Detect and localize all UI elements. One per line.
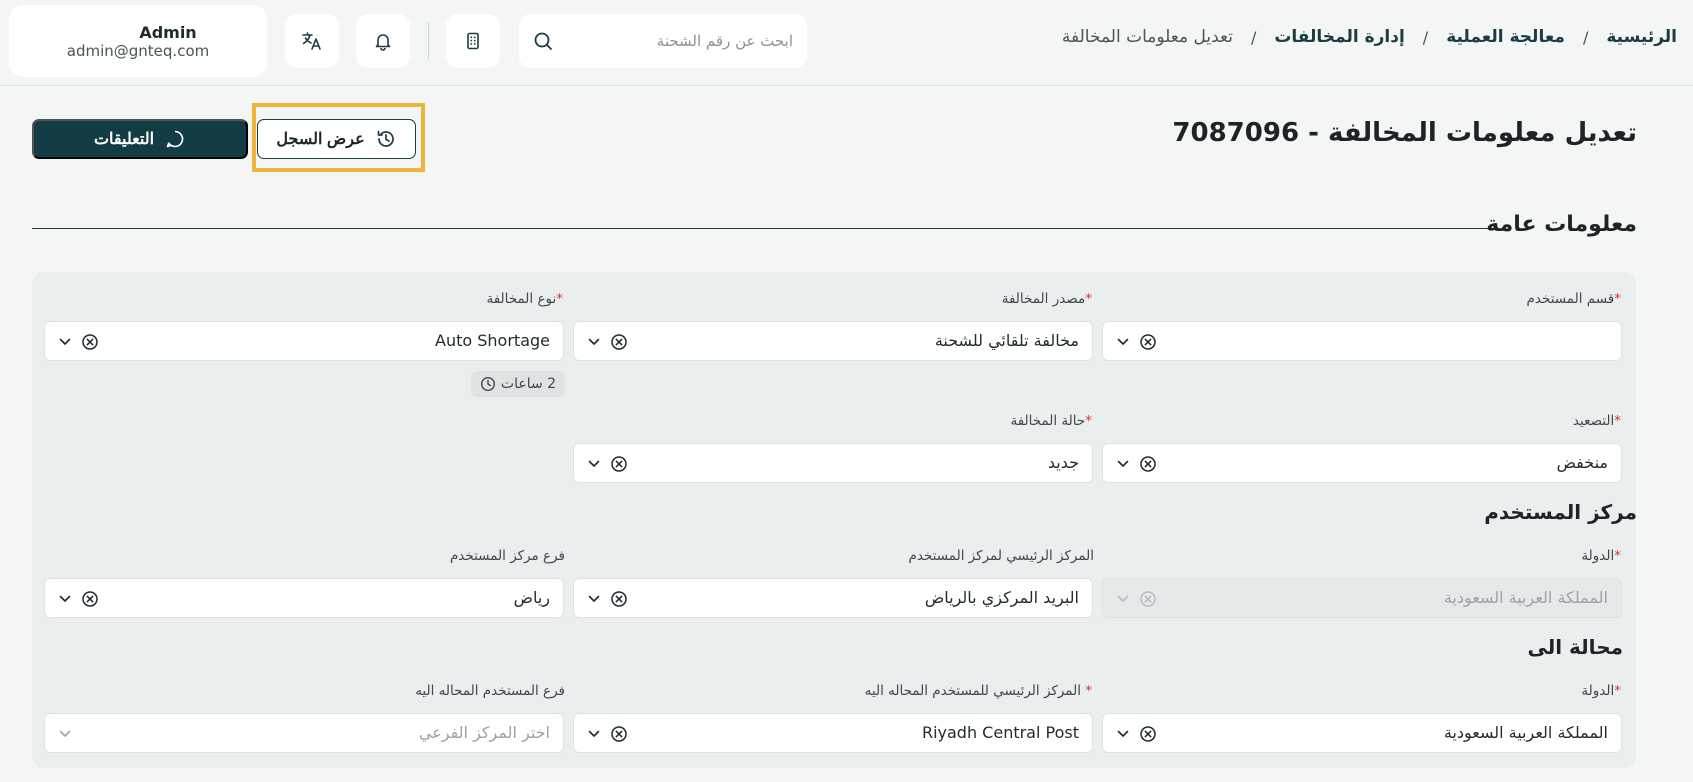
language-button[interactable] xyxy=(285,14,339,68)
referred-to-heading: محالة الى xyxy=(1527,635,1623,659)
chevron-down-icon[interactable] xyxy=(59,728,71,740)
chevron-down-icon[interactable] xyxy=(1117,336,1129,348)
referred-branch-select[interactable]: اختر المركز الفرعي xyxy=(44,713,564,753)
clear-icon[interactable] xyxy=(610,333,628,351)
history-icon xyxy=(377,130,394,147)
breadcrumb: الرئيسية / معالجة العملية / إدارة المخال… xyxy=(1062,27,1677,47)
user-main-center-select[interactable]: البريد المركزي بالرياض xyxy=(573,578,1093,618)
comment-icon xyxy=(166,130,184,148)
user-main-center-value: البريد المركزي بالرياض xyxy=(924,588,1079,607)
chevron-down-icon xyxy=(1117,595,1129,602)
clear-icon[interactable] xyxy=(610,455,628,473)
chevron-down-icon[interactable] xyxy=(588,593,600,605)
top-bar: الرئيسية / معالجة العملية / إدارة المخال… xyxy=(0,0,1693,86)
search-input[interactable]: ابحث عن رقم الشحنة xyxy=(519,14,807,68)
translate-icon xyxy=(302,32,321,50)
referred-country-select[interactable]: المملكة العربية السعودية xyxy=(1102,713,1622,753)
chevron-down-icon[interactable] xyxy=(588,728,600,740)
violation-type-select[interactable]: Auto Shortage xyxy=(44,321,564,361)
user-country-label: *الدولة xyxy=(1581,548,1621,564)
clear-icon[interactable] xyxy=(610,590,628,608)
notifications-button[interactable] xyxy=(356,14,410,68)
violation-type-label: *نوع المخالفة xyxy=(486,291,563,307)
breadcrumb-current: تعديل معلومات المخالفة xyxy=(1061,27,1233,47)
referred-main-center-value: Riyadh Central Post xyxy=(921,723,1079,742)
clock-icon xyxy=(480,376,495,392)
referred-branch-label: فرع المستخدم المحاله اليه xyxy=(415,683,565,699)
chevron-down-icon[interactable] xyxy=(59,336,71,348)
user-department-label: *قسم المستخدم xyxy=(1526,291,1621,307)
violation-source-select[interactable]: مخالفة تلقائي للشحنة xyxy=(573,321,1093,361)
referred-country-value: المملكة العربية السعودية xyxy=(1443,723,1608,742)
general-info-heading: معلومات عامة xyxy=(1486,212,1637,237)
user-branch-value: رياض xyxy=(513,588,550,607)
building-button[interactable] xyxy=(446,14,500,68)
referred-main-center-select[interactable]: Riyadh Central Post xyxy=(573,713,1093,753)
referred-main-center-label: * المركز الرئيسي للمستخدم المحاله اليه xyxy=(864,683,1092,699)
time-elapsed-badge: 2 ساعات xyxy=(471,371,565,397)
chevron-down-icon[interactable] xyxy=(588,458,600,470)
user-main-center-label: المركز الرئيسي لمركز المستخدم xyxy=(908,548,1095,564)
user-profile-card[interactable]: Admin admin@gnteq.com xyxy=(9,5,267,77)
view-history-label: عرض السجل xyxy=(276,131,365,148)
clear-icon[interactable] xyxy=(1139,725,1157,743)
chevron-down-icon[interactable] xyxy=(1117,728,1129,740)
escalation-select[interactable]: منخفض xyxy=(1102,443,1622,483)
user-country-value: المملكة العربية السعودية xyxy=(1443,588,1608,607)
divider xyxy=(428,22,429,60)
referred-country-label: *الدولة xyxy=(1581,683,1621,699)
search-placeholder: ابحث عن رقم الشحنة xyxy=(656,32,793,50)
breadcrumb-home[interactable]: الرئيسية xyxy=(1606,27,1677,47)
breadcrumb-separator: / xyxy=(1422,27,1429,47)
user-department-select[interactable] xyxy=(1102,321,1622,361)
clear-icon[interactable] xyxy=(81,590,99,608)
comments-label: التعليقات xyxy=(93,131,155,148)
breadcrumb-separator: / xyxy=(1582,27,1589,47)
building-icon xyxy=(467,32,479,50)
clear-icon[interactable] xyxy=(610,725,628,743)
referred-branch-placeholder: اختر المركز الفرعي xyxy=(418,723,550,742)
user-country-select: المملكة العربية السعودية xyxy=(1102,578,1622,618)
violation-source-label: *مصدر المخالفة xyxy=(1001,291,1092,307)
violation-type-value: Auto Shortage xyxy=(435,331,550,350)
clear-icon xyxy=(1140,591,1156,607)
chevron-down-icon[interactable] xyxy=(59,593,71,605)
user-name: Admin xyxy=(139,22,197,42)
user-branch-label: فرع مركز المستخدم xyxy=(449,548,565,564)
clear-icon[interactable] xyxy=(1139,455,1157,473)
breadcrumb-violations-management[interactable]: إدارة المخالفات xyxy=(1274,27,1404,47)
escalation-value: منخفض xyxy=(1556,453,1608,472)
search-icon xyxy=(534,32,552,50)
page-title: تعديل معلومات المخالفة - 7087096 xyxy=(1172,118,1637,148)
violation-status-select[interactable]: جديد xyxy=(573,443,1093,483)
view-history-button[interactable]: عرض السجل xyxy=(257,119,416,159)
user-branch-select[interactable]: رياض xyxy=(44,578,564,618)
chevron-down-icon[interactable] xyxy=(588,336,600,348)
breadcrumb-separator: / xyxy=(1250,27,1257,47)
comments-button[interactable]: التعليقات xyxy=(32,119,248,159)
violation-status-label: *حالة المخالفة xyxy=(1010,413,1092,429)
chevron-down-icon[interactable] xyxy=(1117,458,1129,470)
breadcrumb-process-handling[interactable]: معالجة العملية xyxy=(1446,27,1565,47)
escalation-label: *التصعيد xyxy=(1572,413,1621,429)
time-elapsed-text: 2 ساعات xyxy=(500,376,557,392)
user-email: admin@gnteq.com xyxy=(66,41,210,60)
bell-icon xyxy=(375,34,391,51)
user-center-heading: مركز المستخدم xyxy=(1484,500,1637,524)
clear-icon[interactable] xyxy=(1139,333,1157,351)
violation-status-value: جديد xyxy=(1047,453,1079,472)
section-divider xyxy=(32,228,1488,229)
violation-source-value: مخالفة تلقائي للشحنة xyxy=(934,331,1079,350)
clear-icon[interactable] xyxy=(81,333,99,351)
